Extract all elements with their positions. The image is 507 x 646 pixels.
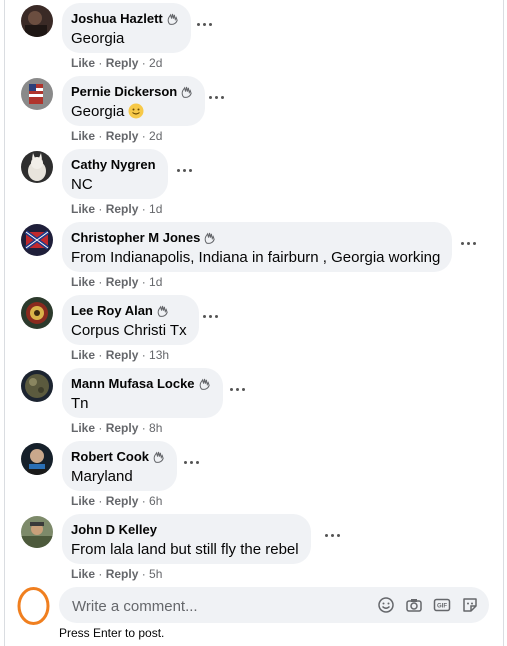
- comments-panel: Joshua Hazlett Georgia Like · Reply · 2d…: [4, 0, 504, 646]
- smiling-face-emoji-icon: [128, 103, 144, 119]
- comment-author[interactable]: Cathy Nygren: [71, 156, 156, 174]
- camera-icon[interactable]: [405, 596, 423, 614]
- comment-text: Tn: [71, 395, 89, 412]
- comment-actions: Like · Reply · 1d: [71, 202, 163, 216]
- more-options-icon[interactable]: [228, 383, 248, 397]
- sticker-icon[interactable]: [461, 596, 479, 614]
- comment-bubble: Mann Mufasa Locke Tn: [62, 368, 223, 418]
- gif-icon[interactable]: GIF: [433, 596, 451, 614]
- more-options-icon[interactable]: [207, 91, 227, 105]
- avatar[interactable]: [21, 370, 53, 402]
- comment-item: Christopher M Jones From Indianapolis, I…: [5, 219, 503, 292]
- comment-author[interactable]: Joshua Hazlett: [71, 10, 163, 28]
- reply-link[interactable]: Reply: [106, 494, 139, 508]
- comment-item: Pernie Dickerson Georgia Like · Reply · …: [5, 73, 503, 146]
- comment-composer: GIF: [59, 587, 489, 625]
- comment-actions: Like · Reply · 2d: [71, 129, 163, 143]
- comment-text: Georgia: [71, 103, 125, 120]
- comment-time[interactable]: 5h: [149, 567, 162, 581]
- comment-time[interactable]: 1d: [149, 275, 162, 289]
- comment-item: Cathy Nygren NC Like · Reply · 1d: [5, 146, 503, 219]
- comment-bubble: Joshua Hazlett Georgia: [62, 3, 191, 53]
- comment-item: Robert Cook Maryland Like · Reply · 6h: [5, 438, 503, 511]
- comment-bubble: Robert Cook Maryland: [62, 441, 177, 491]
- comment-text: Georgia: [71, 30, 125, 47]
- comment-text: From lala land but still fly the rebel: [71, 541, 299, 558]
- more-options-icon[interactable]: [459, 237, 479, 251]
- comment-input[interactable]: [70, 587, 364, 625]
- comment-bubble: Christopher M Jones From Indianapolis, I…: [62, 222, 453, 272]
- comment-author[interactable]: Lee Roy Alan: [71, 302, 153, 320]
- reply-link[interactable]: Reply: [106, 275, 139, 289]
- comment-author[interactable]: Robert Cook: [71, 448, 149, 466]
- comment-time[interactable]: 2d: [149, 129, 162, 143]
- comment-item: Joshua Hazlett Georgia Like · Reply · 2d: [5, 0, 503, 73]
- avatar[interactable]: [21, 516, 53, 548]
- comment-author[interactable]: Pernie Dickerson: [71, 83, 177, 101]
- comment-author[interactable]: Mann Mufasa Locke: [71, 375, 195, 393]
- emoji-icon[interactable]: [377, 596, 395, 614]
- like-link[interactable]: Like: [71, 421, 95, 435]
- comment-actions: Like · Reply · 6h: [71, 494, 163, 508]
- like-link[interactable]: Like: [71, 348, 95, 362]
- more-options-icon[interactable]: [323, 529, 343, 543]
- comment-time[interactable]: 6h: [149, 494, 162, 508]
- like-link[interactable]: Like: [71, 202, 95, 216]
- highlight-ring: [17, 587, 50, 625]
- more-options-icon[interactable]: [175, 164, 195, 178]
- comment-item: John D Kelley From lala land but still f…: [5, 511, 503, 584]
- post-hint: Press Enter to post.: [59, 626, 165, 640]
- comment-text: From Indianapolis, Indiana in fairburn ,…: [71, 249, 441, 266]
- avatar[interactable]: [21, 443, 53, 475]
- waving-hand-icon: [204, 232, 215, 244]
- comment-item: Mann Mufasa Locke Tn Like · Reply · 8h: [5, 365, 503, 438]
- avatar[interactable]: [21, 224, 53, 256]
- like-link[interactable]: Like: [71, 494, 95, 508]
- comment-text: NC: [71, 176, 93, 193]
- reply-link[interactable]: Reply: [106, 348, 139, 362]
- comment-time[interactable]: 13h: [149, 348, 169, 362]
- comment-author[interactable]: John D Kelley: [71, 521, 157, 539]
- avatar[interactable]: [21, 297, 53, 329]
- comment-bubble: Cathy Nygren NC: [62, 149, 168, 199]
- comment-bubble: John D Kelley From lala land but still f…: [62, 514, 311, 564]
- waving-hand-icon: [157, 305, 168, 317]
- comment-bubble: Pernie Dickerson Georgia: [62, 76, 206, 126]
- avatar[interactable]: [21, 78, 53, 110]
- comment-actions: Like · Reply · 8h: [71, 421, 163, 435]
- comment-actions: Like · Reply · 5h: [71, 567, 163, 581]
- comment-time[interactable]: 8h: [149, 421, 162, 435]
- reply-link[interactable]: Reply: [106, 567, 139, 581]
- comment-actions: Like · Reply · 2d: [71, 56, 163, 70]
- comment-time[interactable]: 2d: [149, 56, 162, 70]
- waving-hand-icon: [167, 13, 178, 25]
- waving-hand-icon: [181, 86, 192, 98]
- like-link[interactable]: Like: [71, 129, 95, 143]
- comment-actions: Like · Reply · 13h: [71, 348, 170, 362]
- like-link[interactable]: Like: [71, 567, 95, 581]
- comment-bubble: Lee Roy Alan Corpus Christi Tx: [62, 295, 199, 345]
- waving-hand-icon: [199, 378, 210, 390]
- more-options-icon[interactable]: [182, 456, 202, 470]
- more-options-icon[interactable]: [201, 310, 221, 324]
- reply-link[interactable]: Reply: [106, 202, 139, 216]
- comment-text: Corpus Christi Tx: [71, 322, 187, 339]
- reply-link[interactable]: Reply: [106, 129, 139, 143]
- avatar[interactable]: [21, 151, 53, 183]
- more-options-icon[interactable]: [195, 18, 215, 32]
- reply-link[interactable]: Reply: [106, 56, 139, 70]
- comment-actions: Like · Reply · 1d: [71, 275, 163, 289]
- waving-hand-icon: [153, 451, 164, 463]
- avatar[interactable]: [21, 5, 53, 37]
- comment-author[interactable]: Christopher M Jones: [71, 229, 200, 247]
- comment-text: Maryland: [71, 468, 133, 485]
- like-link[interactable]: Like: [71, 56, 95, 70]
- like-link[interactable]: Like: [71, 275, 95, 289]
- comment-item: Lee Roy Alan Corpus Christi Tx Like · Re…: [5, 292, 503, 365]
- svg-text:GIF: GIF: [437, 604, 447, 610]
- comment-time[interactable]: 1d: [149, 202, 162, 216]
- reply-link[interactable]: Reply: [106, 421, 139, 435]
